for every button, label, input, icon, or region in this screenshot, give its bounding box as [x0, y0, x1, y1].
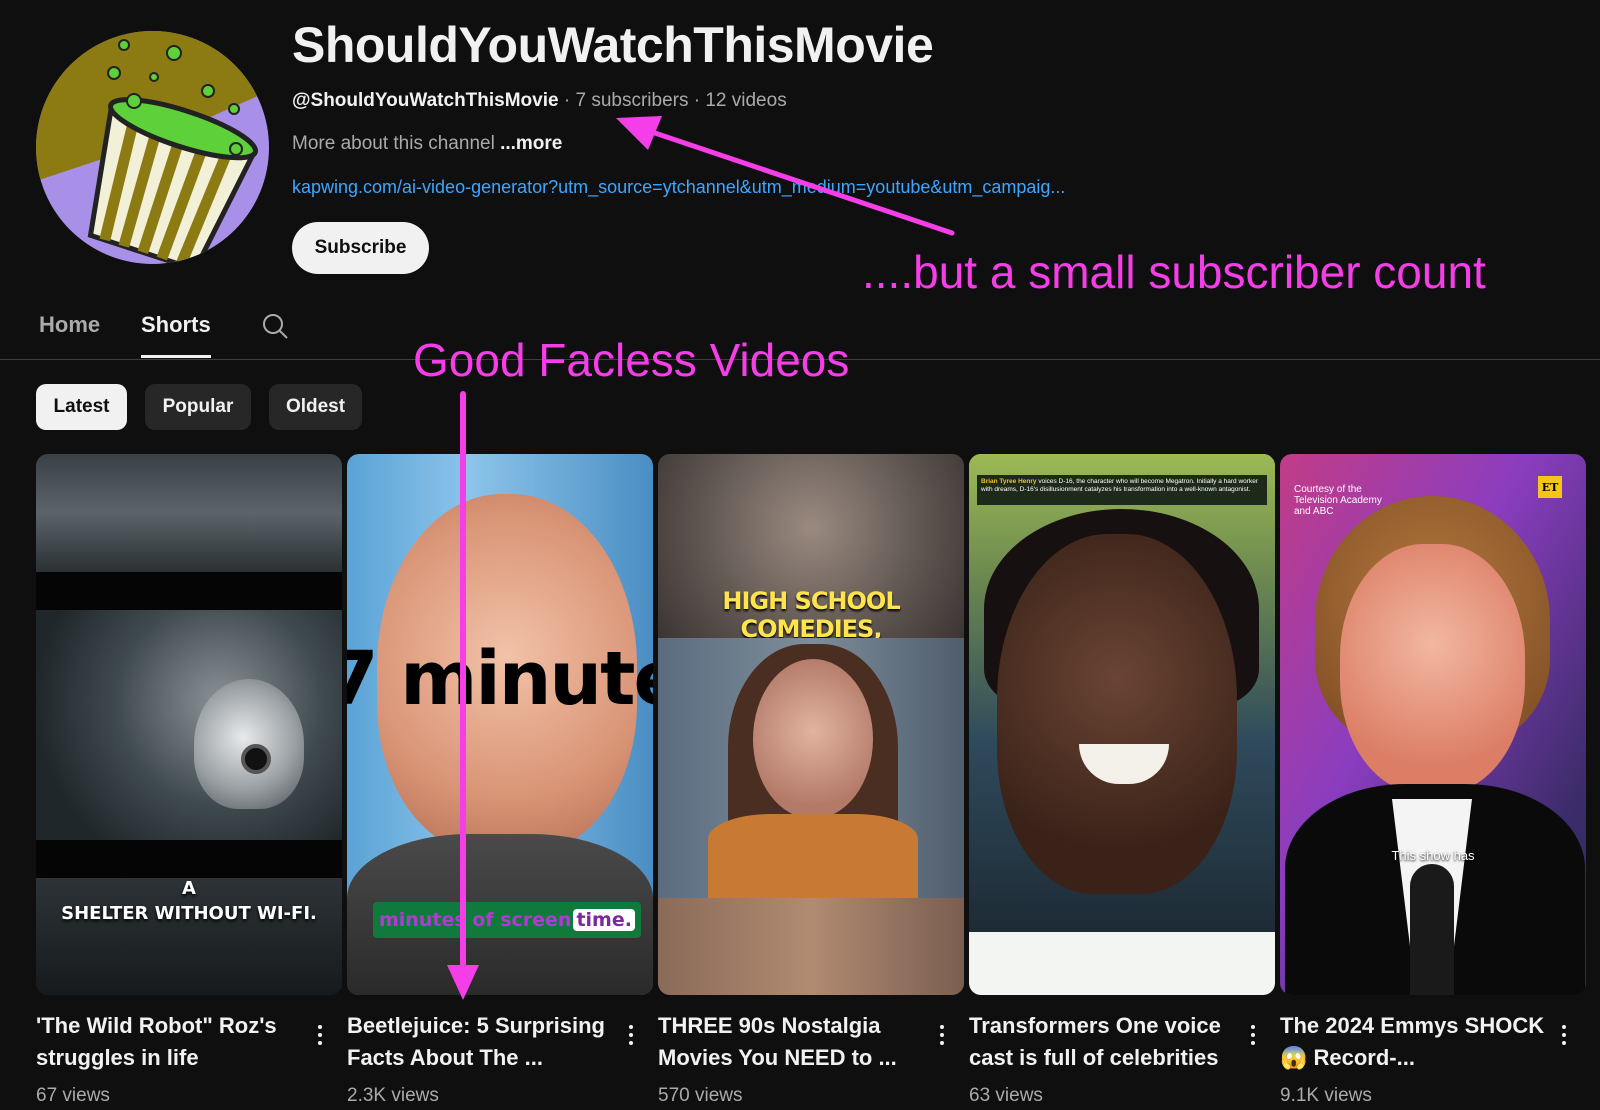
short-thumbnail[interactable]: HIGH SCHOOL COMEDIES, — [658, 454, 964, 995]
channel-meta: @ShouldYouWatchThisMovie · 7 subscribers… — [292, 90, 787, 112]
thumbnail-caption: SHELTER WITHOUT WI-FI. — [61, 903, 317, 924]
short-card[interactable]: 7 minute minutes of screen time. Beetlej… — [347, 454, 653, 1106]
channel-handle: @ShouldYouWatchThisMovie — [292, 90, 559, 111]
thumbnail-caption: Brian Tyree Henry voices D-16, the chara… — [977, 475, 1267, 505]
meta-separator: · — [563, 90, 571, 111]
courtesy-text: Courtesy of the Television Academy and A… — [1294, 484, 1382, 517]
meta-separator: · — [693, 90, 701, 111]
short-card[interactable]: Courtesy of the Television Academy and A… — [1280, 454, 1586, 1106]
thumbnail-subtitle: This show has — [1391, 848, 1475, 863]
more-options-icon[interactable] — [621, 1022, 641, 1048]
thumbnail-overlay-text: 7 minute — [347, 636, 653, 722]
short-title[interactable]: 'The Wild Robot" Roz's struggles in life — [36, 1010, 306, 1074]
more-options-icon[interactable] — [1554, 1022, 1574, 1048]
more-options-icon[interactable] — [310, 1022, 330, 1048]
short-thumbnail[interactable]: A SHELTER WITHOUT WI-FI. — [36, 454, 342, 995]
short-views: 570 views — [658, 1085, 743, 1106]
channel-about[interactable]: More about this channel ...more — [292, 133, 562, 155]
thumbnail-caption: A — [182, 878, 196, 899]
annotation-faceless-note: Good Facless Videos — [413, 334, 850, 386]
thumbnail-caption: minutes of screen time. — [373, 902, 641, 938]
short-card[interactable]: A SHELTER WITHOUT WI-FI. 'The Wild Robot… — [36, 454, 342, 1106]
more-options-icon[interactable] — [932, 1022, 952, 1048]
short-views: 2.3K views — [347, 1085, 439, 1106]
more-options-icon[interactable] — [1243, 1022, 1263, 1048]
about-text: More about this channel — [292, 133, 495, 154]
channel-link[interactable]: kapwing.com/ai-video-generator?utm_sourc… — [292, 177, 1065, 198]
short-thumbnail[interactable]: Brian Tyree Henry voices D-16, the chara… — [969, 454, 1275, 995]
more-link[interactable]: ...more — [500, 133, 562, 154]
annotation-subscriber-note: ....but a small subscriber count — [862, 246, 1486, 298]
thumbnail-overlay-text: HIGH SCHOOL COMEDIES, — [722, 587, 900, 643]
channel-avatar[interactable] — [36, 31, 269, 264]
short-views: 9.1K views — [1280, 1085, 1372, 1106]
et-logo: ET — [1538, 476, 1562, 498]
short-title[interactable]: Beetlejuice: 5 Surprising Facts About Th… — [347, 1010, 617, 1074]
short-card[interactable]: HIGH SCHOOL COMEDIES, THREE 90s Nostalgi… — [658, 454, 964, 1106]
subscriber-count: 7 subscribers — [575, 90, 689, 111]
tab-shorts[interactable]: Shorts — [141, 312, 211, 338]
short-title[interactable]: THREE 90s Nostalgia Movies You NEED to .… — [658, 1010, 928, 1074]
short-title[interactable]: Transformers One voice cast is full of c… — [969, 1010, 1239, 1074]
popcorn-bucket-icon — [36, 31, 269, 264]
channel-name: ShouldYouWatchThisMovie — [292, 17, 934, 73]
subscribe-button[interactable]: Subscribe — [292, 222, 429, 274]
face-figure — [753, 659, 873, 819]
short-card[interactable]: Brian Tyree Henry voices D-16, the chara… — [969, 454, 1275, 1106]
search-icon[interactable] — [261, 312, 289, 340]
face-figure — [1340, 544, 1525, 794]
short-views: 67 views — [36, 1085, 110, 1106]
short-thumbnail[interactable]: Courtesy of the Television Academy and A… — [1280, 454, 1586, 995]
robot-figure — [194, 679, 304, 809]
face-figure — [997, 534, 1237, 894]
active-tab-indicator — [141, 355, 211, 358]
video-count: 12 videos — [705, 90, 787, 111]
short-views: 63 views — [969, 1085, 1043, 1106]
tab-home[interactable]: Home — [39, 312, 100, 338]
short-thumbnail[interactable]: 7 minute minutes of screen time. — [347, 454, 653, 995]
short-title[interactable]: The 2024 Emmys SHOCK 😱 Record-... — [1280, 1010, 1550, 1074]
filter-latest[interactable]: Latest — [36, 384, 127, 430]
filter-oldest[interactable]: Oldest — [269, 384, 362, 430]
filter-popular[interactable]: Popular — [145, 384, 251, 430]
